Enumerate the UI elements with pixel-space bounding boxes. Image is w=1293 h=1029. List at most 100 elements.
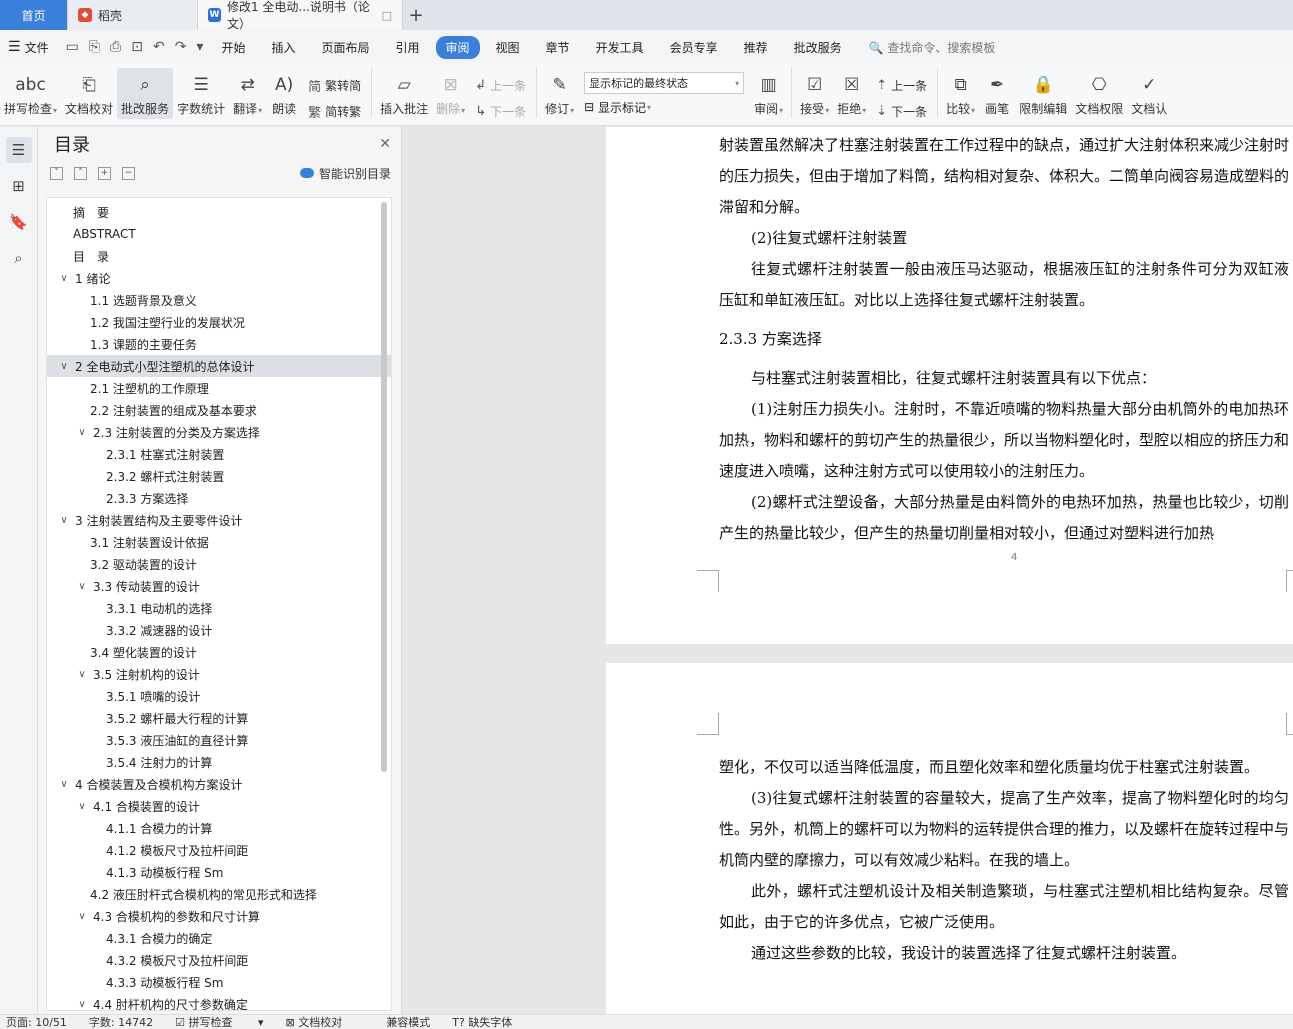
collapse-all-icon[interactable]: ˅ [50,166,63,180]
chevron-down-icon[interactable]: ∨ [75,427,89,438]
toc-item[interactable]: ∨ 1 绪论 [47,267,391,289]
show-markup-button[interactable]: ⊟ 显示标记 ▾ [584,94,744,120]
toc-item[interactable]: 4.1.2 模板尺寸及拉杆间距 [47,839,391,861]
toc-item[interactable]: 3.2 驱动装置的设计 [47,553,391,575]
page-indicator[interactable]: 页面: 10/51 [6,1014,67,1029]
toc-item[interactable]: 1.1 选题背景及意义 [47,289,391,311]
toc-item[interactable]: 3.1 注射装置设计依据 [47,531,391,553]
toc-item[interactable]: 2.3.2 螺杆式注射装置 [47,465,391,487]
compare-button[interactable]: ⧉ 比较▾ [942,68,979,119]
toc-item[interactable]: 2.3.1 柱塞式注射装置 [47,443,391,465]
chevron-down-icon[interactable]: ∨ [75,911,89,922]
reject-button[interactable]: ☒ 拒绝▾ [833,68,870,119]
menu-view[interactable]: 视图 [486,36,530,59]
add-heading-icon[interactable]: + [98,166,111,180]
chevron-down-icon[interactable]: ∨ [57,779,71,790]
chevron-down-icon[interactable]: ∨ [57,515,71,526]
menu-insert[interactable]: 插入 [261,36,305,59]
toc-item[interactable]: 4.3.1 合模力的确定 [47,927,391,949]
pen-button[interactable]: ✒ 画笔 [979,68,1015,119]
toc-item[interactable]: 3.3.2 减速器的设计 [47,619,391,641]
toc-item[interactable]: 3.5.3 液压油缸的直径计算 [47,729,391,751]
tab-document[interactable]: W 修改1 全电动...说明书（论文） □ [198,0,403,31]
toc-item[interactable]: 摘 要 [47,201,391,223]
toc-scrollbar[interactable] [381,202,387,772]
toc-item[interactable]: 2.3.3 方案选择 [47,487,391,509]
toc-item[interactable]: 2.1 注塑机的工作原理 [47,377,391,399]
undo-icon[interactable]: ↶ [153,39,165,55]
save-icon[interactable]: ▭ [66,39,79,55]
document-page[interactable]: 射装置虽然解决了柱塞注射装置在工作过程中的缺点，通过扩大注射体积来减少注射时的压… [606,127,1293,644]
bookmark-icon[interactable]: 🔖 [6,209,32,235]
proofread-status[interactable]: ⊠ 文档校对 [286,1014,365,1029]
toc-item[interactable]: ∨ 4 合模装置及合模机构方案设计 [47,773,391,795]
toc-item[interactable]: 2.2 注射装置的组成及基本要求 [47,399,391,421]
menu-developer[interactable]: 开发工具 [586,36,654,59]
toc-item[interactable]: ABSTRACT [47,223,391,245]
accept-button[interactable]: ☑ 接受▾ [796,68,833,119]
chevron-down-icon[interactable]: ∨ [75,801,89,812]
menu-recommend[interactable]: 推荐 [734,36,778,59]
next-change-button[interactable]: ⇣ 下一条 [876,98,927,124]
toc-item[interactable]: ∨ 4.1 合模装置的设计 [47,795,391,817]
read-aloud-button[interactable]: A) 朗读 [266,68,302,119]
restrict-editing-button[interactable]: 🔒 限制编辑 [1015,68,1071,119]
close-icon[interactable]: ✕ [379,136,391,152]
toc-item[interactable]: 4.2 液压肘杆式合模机构的常见形式和选择 [47,883,391,905]
redo-icon[interactable]: ↷ [175,39,187,55]
toc-item[interactable]: ∨ 4.3 合模机构的参数和尺寸计算 [47,905,391,927]
toc-item[interactable]: 4.1.3 动模板行程 Sm [47,861,391,883]
toc-item[interactable]: 1.2 我国注塑行业的发展状况 [47,311,391,333]
review-pane-button[interactable]: ▥ 审阅▾ [750,68,787,119]
toc-item[interactable]: 3.5.4 注射力的计算 [47,751,391,773]
chevron-down-icon[interactable]: ∨ [75,581,89,592]
doc-proofread-button[interactable]: ⎗ 文档校对 [61,68,117,119]
export-icon[interactable]: ⎘ [89,39,100,55]
insert-comment-button[interactable]: ▱ 插入批注 [376,68,432,119]
toc-item[interactable]: 4.3.3 动模板行程 Sm [47,971,391,993]
markup-state-select[interactable]: 显示标记的最终状态 ▾ [584,72,745,94]
tab-home[interactable]: 首页 [0,0,68,30]
doc-cert-button[interactable]: ✓ 文档认 [1127,68,1171,119]
menu-start[interactable]: 开始 [211,36,255,59]
print-preview-icon[interactable]: ⊡ [131,39,143,55]
toc-icon[interactable]: ☰ [5,137,32,163]
customize-icon[interactable]: ▾ [196,39,203,55]
menu-section[interactable]: 章节 [536,36,580,59]
spell-check-button[interactable]: abc 拼写检查▾ [0,68,61,119]
menu-member[interactable]: 会员专享 [660,36,728,59]
toc-item[interactable]: 3.5.2 螺杆最大行程的计算 [47,707,391,729]
toc-item[interactable]: 3.3.1 电动机的选择 [47,597,391,619]
menu-grading[interactable]: 批改服务 [784,36,852,59]
menu-layout[interactable]: 页面布局 [311,36,379,59]
toc-item[interactable]: ∨ 3 注射装置结构及主要零件设计 [47,509,391,531]
toc-item[interactable]: 3.4 塑化装置的设计 [47,641,391,663]
print-icon[interactable]: ⎙ [110,39,121,55]
doc-permission-button[interactable]: ⎔ 文档权限 [1071,68,1127,119]
word-count-indicator[interactable]: 字数: 14742 [89,1014,153,1029]
prev-comment-button[interactable]: ↲ 上一条 [475,72,526,98]
spell-check-toggle[interactable]: ☑ 拼写检查 ▾ [175,1014,263,1029]
toc-item[interactable]: ∨ 3.3 传动装置的设计 [47,575,391,597]
toc-item[interactable]: 目 录 [47,245,391,267]
tab-daoke[interactable]: ◆ 稻壳 [68,0,198,30]
toc-item[interactable]: ∨ 4.4 肘杆机构的尺寸参数确定 [47,993,391,1011]
missing-font[interactable]: T? 缺失字体 [452,1014,534,1029]
toc-item[interactable]: 1.3 课题的主要任务 [47,333,391,355]
toc-item[interactable]: ∨ 2.3 注射装置的分类及方案选择 [47,421,391,443]
chevron-down-icon[interactable]: ∨ [57,361,71,372]
word-count-button[interactable]: ☰ 字数统计 [173,68,229,119]
toc-item[interactable]: 3.5.1 喷嘴的设计 [47,685,391,707]
trad-to-simp-button[interactable]: 简繁转简 [308,72,361,98]
file-menu[interactable]: ☰ 文件 [8,39,49,56]
toc-item[interactable]: 4.3.2 模板尺寸及拉杆间距 [47,949,391,971]
toc-item[interactable]: ∨ 3.5 注射机构的设计 [47,663,391,685]
command-search[interactable]: 🔍 查找命令、搜索模板 [869,39,996,56]
prev-change-button[interactable]: ⇡ 上一条 [876,72,927,98]
toc-item[interactable]: 4.1.1 合模力的计算 [47,817,391,839]
translate-button[interactable]: ⇄ 翻译▾ [229,68,266,119]
next-comment-button[interactable]: ↳ 下一条 [475,98,526,124]
remove-heading-icon[interactable]: − [122,166,135,180]
toc-item[interactable]: ∨ 2 全电动式小型注塑机的总体设计 [47,355,391,377]
document-page[interactable]: 塑化，不仅可以适当降低温度，而且塑化效率和塑化质量均优于柱塞式注射装置。 (3)… [606,663,1293,1014]
